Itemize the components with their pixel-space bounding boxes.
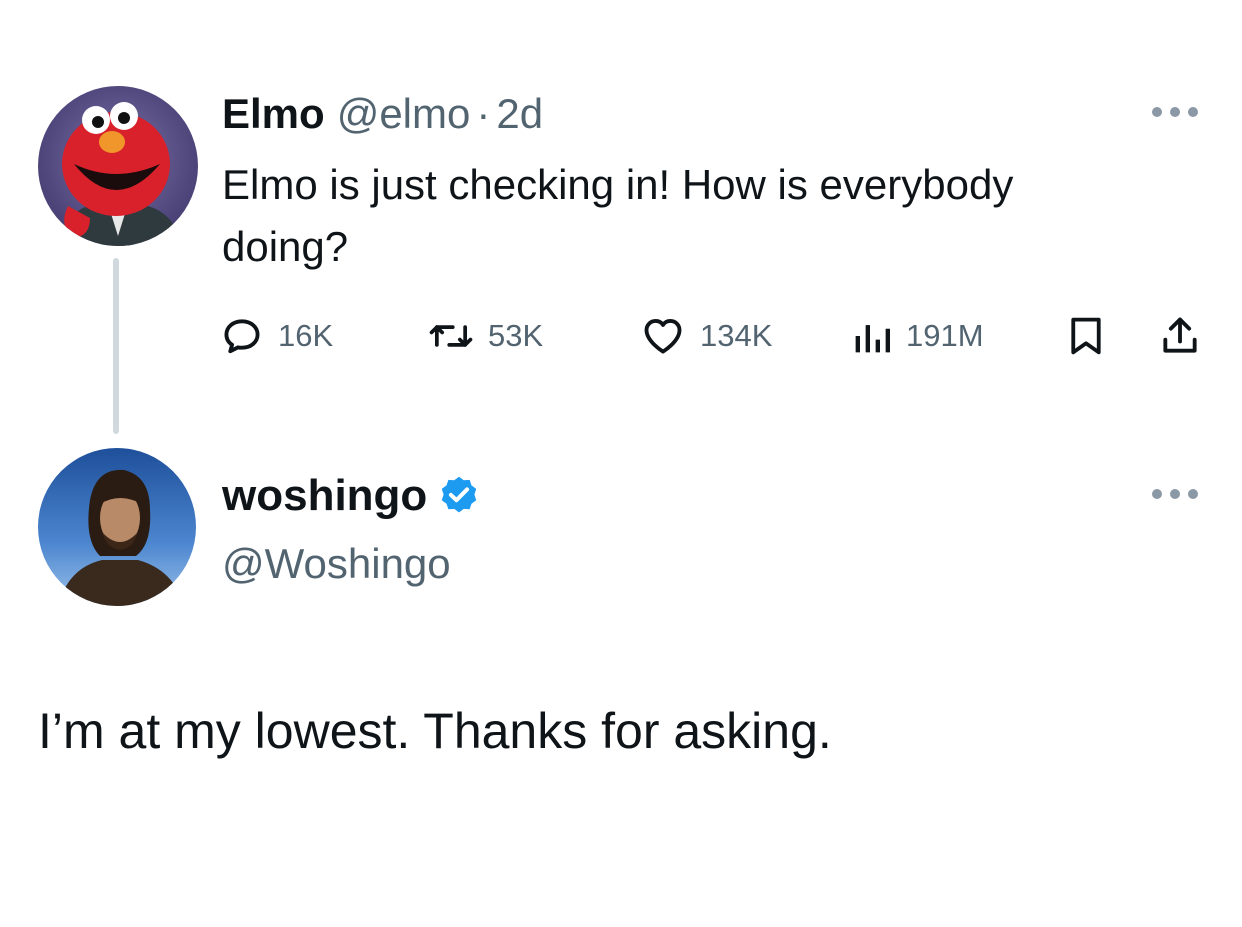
woshingo-avatar[interactable] [38, 448, 196, 606]
views-count: 191M [906, 318, 984, 353]
tweet-header: Elmo @elmo · 2d [222, 84, 543, 144]
bookmark-icon [1071, 317, 1101, 355]
user-handle[interactable]: @elmo [337, 84, 471, 144]
original-tweet[interactable]: Elmo @elmo · 2d Elmo is just checking in… [0, 0, 1242, 440]
reply-text: I’m at my lowest. Thanks for asking. [38, 703, 832, 759]
tweet-text: Elmo is just checking in! How is everybo… [222, 161, 1014, 270]
separator-dot: · [476, 90, 491, 137]
elmo-avatar[interactable] [38, 86, 198, 246]
display-name[interactable]: woshingo [222, 466, 427, 526]
like-button[interactable]: 134K [640, 306, 772, 366]
more-dot-icon [1188, 489, 1198, 499]
heart-icon [644, 319, 682, 354]
reply-name-row: woshingo [222, 466, 481, 526]
analytics-icon [855, 325, 890, 353]
views-button[interactable]: 191M [852, 306, 984, 366]
verified-badge-icon [442, 476, 477, 513]
retweet-count: 53K [488, 318, 544, 353]
retweet-button[interactable]: 53K [428, 306, 543, 366]
bookmark-button[interactable] [1066, 306, 1106, 366]
reply-count: 16K [278, 318, 334, 353]
reply-icon [224, 319, 260, 354]
more-options-button[interactable] [1152, 102, 1198, 122]
reply-header: woshingo @Woshingo [222, 466, 481, 594]
action-bar: 16K 53K 134K 191M [0, 306, 1242, 366]
like-count: 134K [700, 318, 773, 353]
display-name[interactable]: Elmo [222, 84, 325, 144]
more-dot-icon [1188, 107, 1198, 117]
user-handle[interactable]: @Woshingo [222, 534, 481, 594]
retweet-icon [429, 325, 473, 347]
share-icon [1163, 317, 1197, 353]
more-dot-icon [1152, 107, 1162, 117]
more-dot-icon [1170, 107, 1180, 117]
more-options-button[interactable] [1152, 484, 1198, 504]
more-dot-icon [1170, 489, 1180, 499]
more-dot-icon [1152, 489, 1162, 499]
reply-button[interactable]: 16K [220, 306, 333, 366]
share-button[interactable] [1158, 306, 1202, 366]
timestamp[interactable]: 2d [496, 84, 543, 144]
